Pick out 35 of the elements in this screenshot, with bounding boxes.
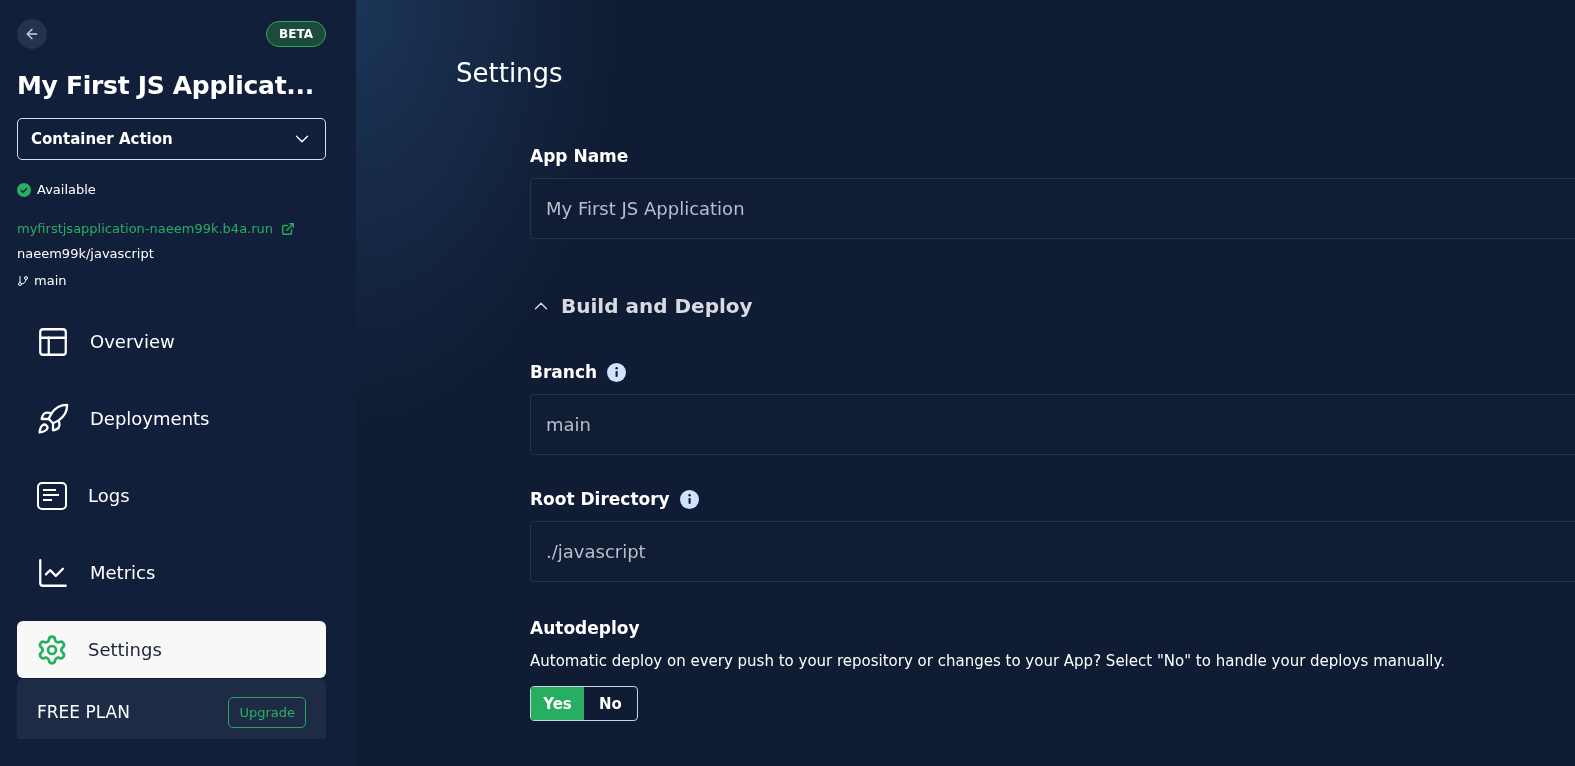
back-icon — [24, 26, 40, 42]
settings-icon — [36, 633, 68, 666]
branch-icon — [17, 274, 29, 287]
field-label: Root Directory — [530, 489, 670, 509]
field-label: Branch — [530, 362, 598, 382]
root-directory-field[interactable]: ./javascript — [530, 521, 1575, 582]
back-button[interactable] — [17, 19, 47, 49]
nav-item[interactable]: Overview — [17, 313, 326, 370]
rocket-icon — [36, 401, 70, 436]
branch-field[interactable]: main — [530, 394, 1575, 455]
check-circle-icon — [17, 182, 31, 197]
logs-icon — [36, 479, 68, 512]
external-link-icon — [281, 221, 296, 236]
toggle-option[interactable]: No — [584, 687, 637, 720]
page-title: Settings — [456, 58, 564, 88]
app-title: My First JS Applicat... — [17, 71, 315, 100]
nav-item[interactable]: Deployments — [17, 390, 326, 447]
info-icon[interactable] — [679, 489, 699, 509]
repository-name: naeem99k/javascript — [17, 246, 154, 261]
nav-item[interactable]: Metrics — [17, 544, 326, 601]
container-action-dropdown[interactable]: Container Action — [17, 118, 326, 160]
nav-item[interactable]: Logs — [17, 467, 326, 524]
branch-name: main — [34, 273, 67, 288]
nav-item[interactable]: Settings — [17, 621, 326, 678]
app-url-link[interactable]: myfirstjsapplication-naeem99k.b4a.run — [17, 221, 274, 236]
status-label: Available — [37, 182, 96, 197]
info-icon[interactable] — [607, 362, 627, 382]
field-label: App Name — [530, 146, 629, 166]
app-name-field[interactable]: My First JS Application — [530, 178, 1575, 239]
upgrade-button[interactable]: Upgrade — [228, 696, 306, 728]
section-header[interactable]: Build and Deploy — [530, 294, 1575, 318]
beta-badge: BETA — [266, 21, 326, 47]
field-label: Autodeploy — [530, 618, 640, 638]
plan-label: FREE PLAN — [37, 702, 130, 722]
autodeploy-description: Automatic deploy on every push to your repository or changes to your App? Select "No" to handle your deploys manually. — [530, 652, 1446, 670]
